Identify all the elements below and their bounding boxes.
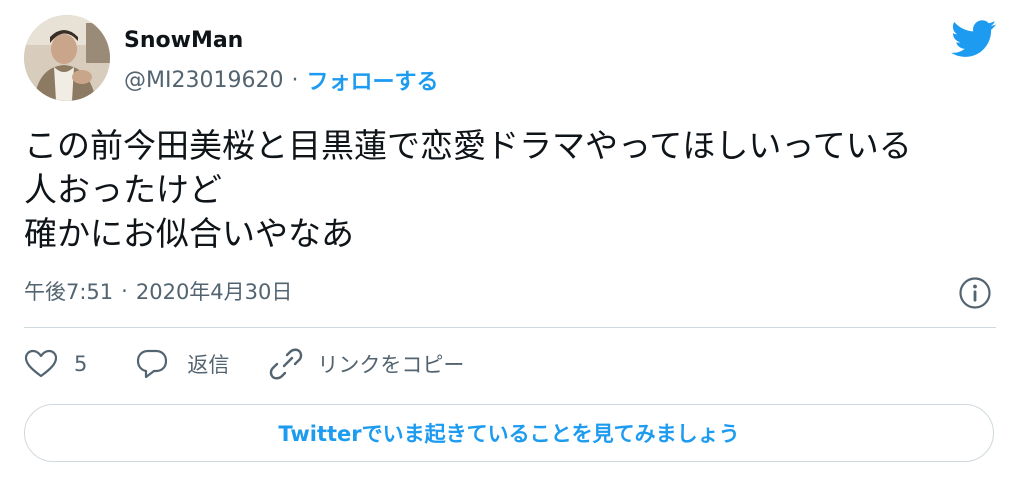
timestamp-separator: ·	[121, 279, 128, 303]
link-icon	[270, 348, 303, 380]
tweet-actions: 5 返信 リンクをコピー	[24, 344, 464, 384]
copy-link-label: リンクをコピー	[317, 353, 465, 377]
tweet-date: 2020年4月30日	[135, 280, 293, 304]
heart-icon	[24, 349, 58, 378]
reply-bubble-icon	[137, 349, 168, 379]
explore-twitter-button[interactable]: Twitterでいま起きていることを見てみましょう	[24, 404, 994, 462]
twitter-bird-icon[interactable]	[951, 20, 997, 58]
follow-button[interactable]: フォローする	[306, 64, 438, 96]
like-button[interactable]: 5	[24, 349, 87, 379]
divider	[24, 327, 996, 328]
author-avatar[interactable]	[24, 15, 110, 101]
author-handle-row: @MI23019620 · フォローする	[124, 64, 438, 96]
user-photo-avatar-icon	[24, 15, 110, 101]
reply-label: 返信	[187, 353, 230, 377]
copy-link-button[interactable]: リンクをコピー	[269, 347, 464, 381]
tweet-timestamp[interactable]: 午後7:51 · 2020年4月30日	[24, 276, 292, 306]
tweet-time: 午後7:51	[24, 280, 114, 304]
tweet-line: 確かにお似合いやなあ	[24, 214, 354, 253]
handle-separator: ·	[291, 67, 299, 93]
tweet-text: この前今田美桜と目黒蓮で恋愛ドラマやってほしいっている 人おったけど 確かにお似…	[24, 124, 1004, 256]
tweet-embed-card: SnowMan @MI23019620 · フォローする この前今田美桜と目黒蓮…	[0, 0, 1024, 491]
like-count: 5	[74, 352, 88, 376]
info-icon[interactable]	[958, 276, 992, 310]
reply-button[interactable]: 返信	[135, 348, 229, 380]
tweet-line: 人おったけど	[24, 170, 222, 209]
author-handle[interactable]: @MI23019620	[124, 68, 283, 93]
tweet-line: この前今田美桜と目黒蓮で恋愛ドラマやってほしいっている	[24, 126, 912, 165]
author-name[interactable]: SnowMan	[124, 28, 243, 53]
